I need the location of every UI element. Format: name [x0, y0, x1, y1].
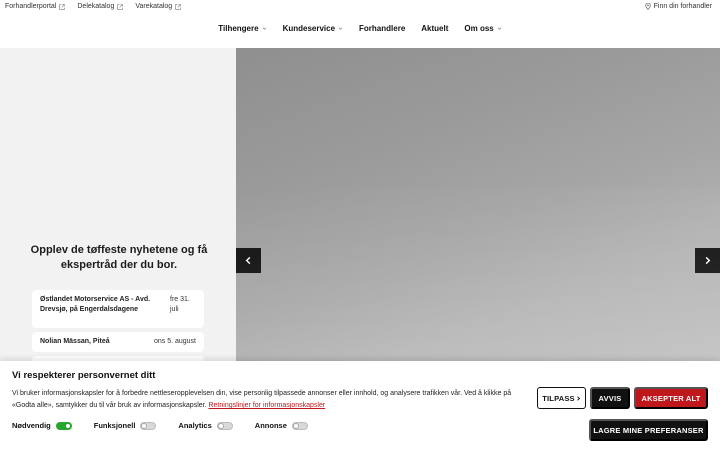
event-name: Østlandet Motorservice AS - Avd. Drevsjø… [40, 296, 151, 313]
chevron-down-icon [262, 27, 266, 30]
toggle-knob [292, 422, 299, 429]
customize-button[interactable]: TILPASS [537, 387, 586, 409]
toggle-knob [141, 422, 148, 429]
event-date: ons 5. august [153, 338, 196, 345]
event-date: fre 31. juli [170, 296, 190, 313]
toggle-analytics[interactable]: Analytics [178, 421, 233, 430]
toggle-switch[interactable] [216, 421, 233, 430]
nav-aktuelt[interactable]: Aktuelt [419, 18, 450, 38]
varekatalog-link[interactable]: Varekatalog [135, 3, 181, 10]
main-nav: Tilhengere Kundeservice Forhandlere Aktu… [0, 18, 720, 38]
event-card[interactable]: Østlandet Motorservice AS - Avd. Drevsjø… [32, 290, 204, 328]
toggle-funksjonell[interactable]: Funksjonell [94, 421, 157, 430]
find-dealer-link[interactable]: Finn din forhandler [644, 3, 712, 10]
cookie-policy-link[interactable]: Retningslinjer for informasjonskapsler [208, 402, 325, 409]
slider-next-button[interactable] [695, 248, 720, 273]
cookie-text: Vi bruker informasjonskapsler for å forb… [12, 390, 512, 409]
location-pin-icon [644, 3, 651, 10]
chevron-down-icon [338, 27, 343, 30]
chevron-right-icon [576, 395, 580, 401]
toggle-nodvendig[interactable]: Nødvendig [12, 421, 72, 430]
cookie-toggles: Nødvendig Funksjonell Analytics Annonse [12, 421, 330, 430]
utility-bar: Forhandlerportal Delekatalog Varekatalog… [0, 0, 720, 14]
chevron-left-icon [245, 256, 251, 265]
toggle-knob [217, 422, 224, 429]
slider-prev-button[interactable] [236, 248, 261, 273]
external-link-icon [59, 3, 66, 10]
cookie-banner: Vi respekterer personvernet ditt Vi bruk… [0, 361, 720, 450]
chevron-down-icon [497, 27, 501, 30]
nav-forhandlere[interactable]: Forhandlere [357, 18, 407, 38]
reject-button[interactable]: AVVIS [590, 387, 630, 409]
utility-links: Forhandlerportal Delekatalog Varekatalog [5, 3, 181, 10]
toggle-annonse[interactable]: Annonse [255, 421, 308, 430]
forhandlerportal-link[interactable]: Forhandlerportal [5, 3, 66, 10]
toggle-switch[interactable] [140, 421, 157, 430]
nav-tilhengere[interactable]: Tilhengere [216, 18, 268, 38]
event-card[interactable]: Nolian Mässan, Piteå ons 5. august [32, 332, 204, 352]
external-link-icon [117, 3, 124, 10]
accept-all-button[interactable]: AKSEPTER ALT [634, 387, 708, 409]
nav-kundeservice[interactable]: Kundeservice [281, 18, 345, 38]
event-name: Nolian Mässan, Piteå [40, 338, 110, 345]
toggle-switch[interactable] [55, 421, 72, 430]
toggle-switch[interactable] [291, 421, 308, 430]
toggle-knob [64, 422, 71, 429]
external-link-icon [175, 3, 181, 10]
promo-panel: Opplev de tøffeste nyhetene og få eksper… [0, 48, 236, 361]
save-preferences-button[interactable]: LAGRE MINE PREFERANSER [589, 419, 708, 441]
hero-image [236, 48, 720, 361]
promo-title: Opplev de tøffeste nyhetene og få eksper… [30, 244, 208, 271]
chevron-right-icon [705, 256, 711, 265]
nav-om-oss[interactable]: Om oss [462, 18, 503, 38]
delekatalog-link[interactable]: Delekatalog [77, 3, 124, 10]
cookie-title: Vi respekterer personvernet ditt [12, 370, 156, 381]
